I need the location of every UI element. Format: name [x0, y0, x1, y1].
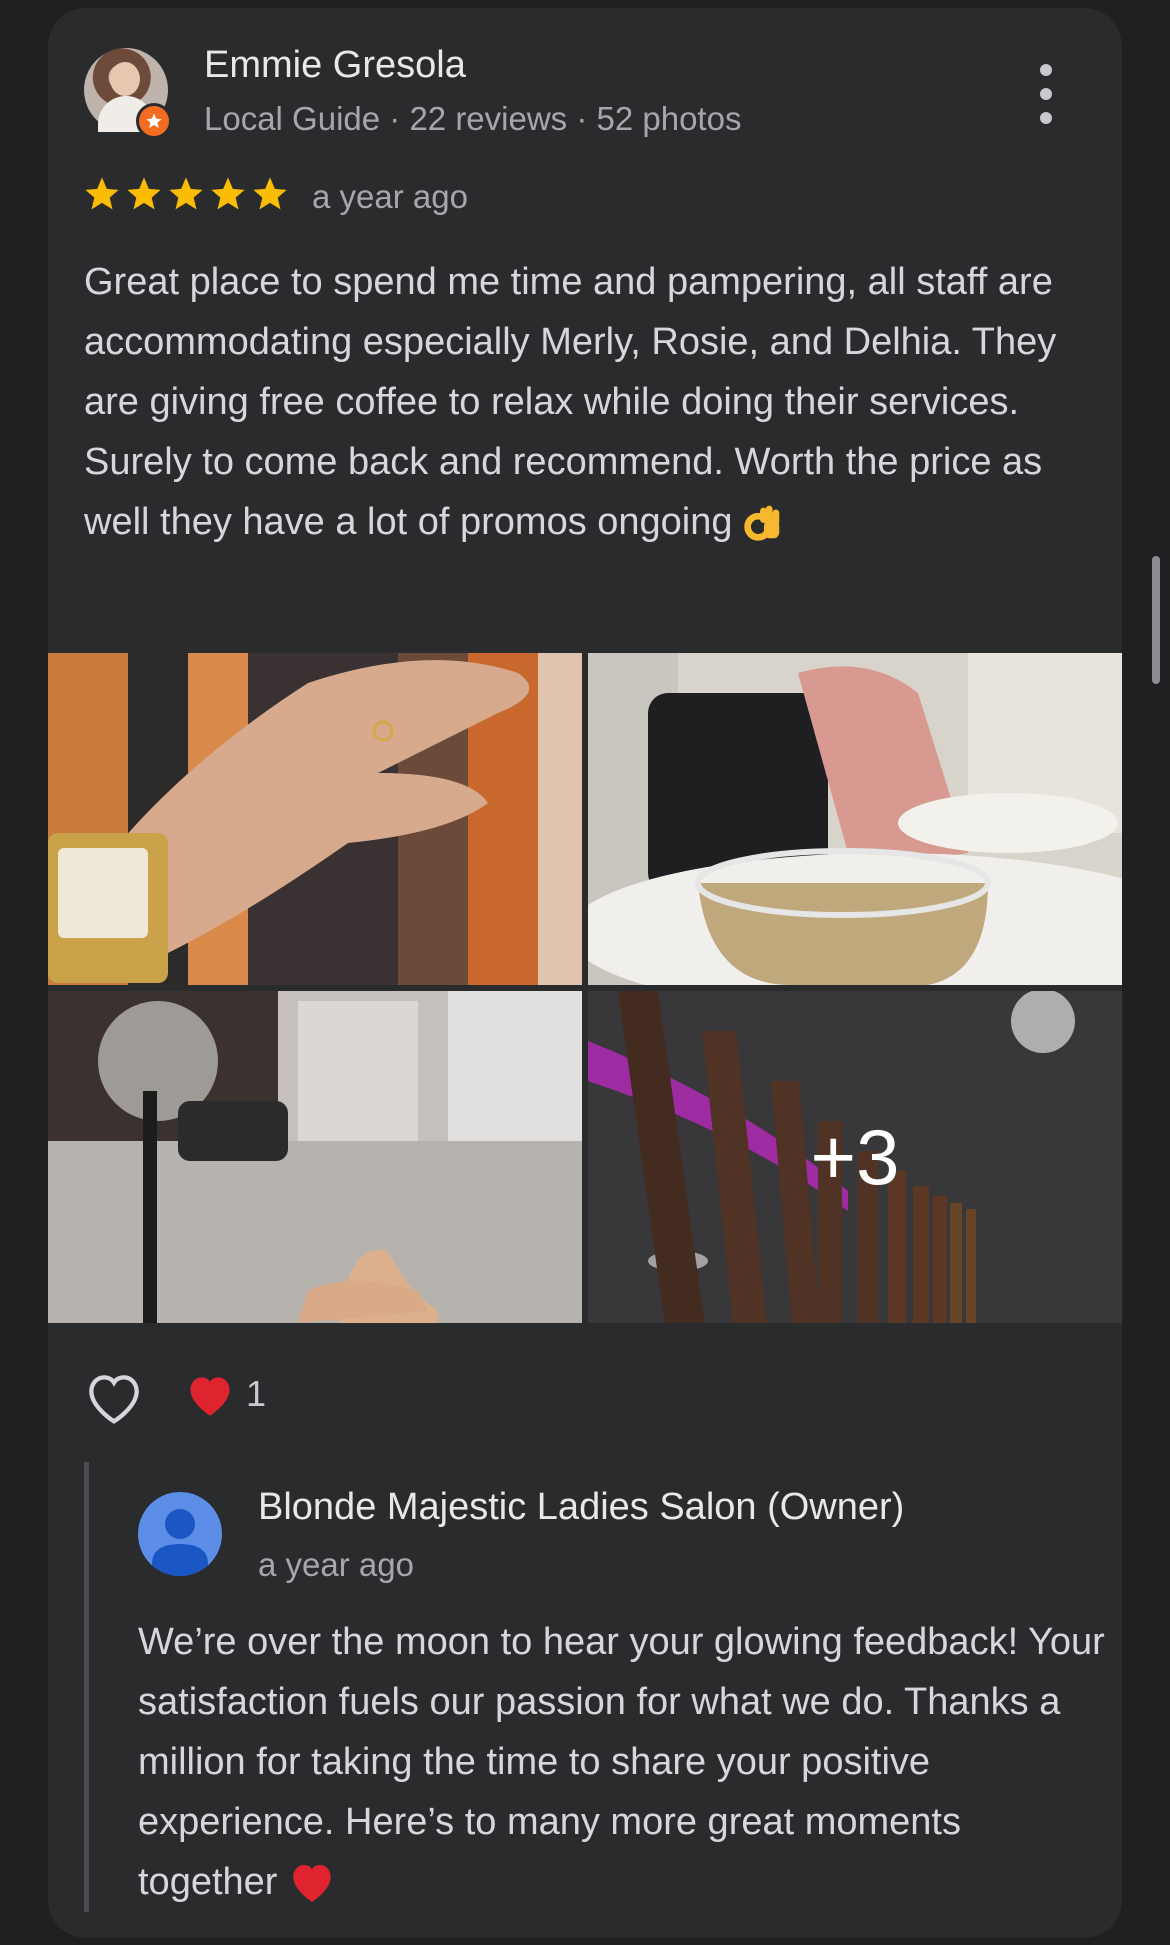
review-card: Emmie Gresola Local Guide · 22 reviews ·… — [48, 8, 1122, 1938]
star-icon — [169, 177, 203, 210]
like-heart-outline-icon[interactable] — [82, 1366, 146, 1426]
more-photos-count[interactable]: +3 — [588, 991, 1122, 1323]
review-text-container: Great place to spend me time and pamperi… — [84, 252, 1094, 552]
review-photo-coffee[interactable] — [588, 653, 1122, 985]
star-rating — [82, 174, 290, 214]
review-time: a year ago — [312, 178, 468, 215]
owner-avatar-icon — [138, 1492, 222, 1576]
star-icon — [85, 177, 119, 210]
reviewer-avatar[interactable] — [84, 48, 172, 139]
star-icon — [127, 177, 161, 210]
screen: Emmie Gresola Local Guide · 22 reviews ·… — [0, 0, 1170, 1945]
review-photo-more[interactable]: +3 — [588, 991, 1122, 1323]
reviewer-name[interactable]: Emmie Gresola — [204, 44, 466, 87]
owner-reply-text: We’re over the moon to hear your glowing… — [138, 1621, 1105, 1903]
reaction-count: 1 — [246, 1373, 267, 1414]
scrollbar[interactable] — [1152, 556, 1160, 684]
more-options-icon[interactable] — [1026, 64, 1066, 124]
owner-name: Blonde Majestic Ladies Salon (Owner) — [258, 1486, 905, 1528]
owner-reply-divider — [84, 1462, 89, 1912]
review-photo-salon-floor[interactable] — [48, 991, 582, 1323]
red-heart-emoji-icon — [293, 1864, 332, 1902]
star-icon — [211, 177, 245, 210]
heart-reaction-icon — [190, 1377, 230, 1416]
review-photo-hand[interactable] — [48, 653, 582, 985]
ok-hand-emoji-icon — [743, 505, 779, 541]
reaction-summary[interactable]: 1 — [184, 1370, 266, 1418]
reviewer-meta: Local Guide · 22 reviews · 52 photos — [204, 100, 742, 137]
review-photo-grid: +3 — [48, 653, 1122, 1325]
star-icon — [253, 177, 287, 210]
review-text: Great place to spend me time and pamperi… — [84, 261, 1057, 543]
local-guide-badge-icon — [136, 103, 172, 139]
owner-reply-text-container: We’re over the moon to hear your glowing… — [138, 1612, 1108, 1912]
owner-reply-time: a year ago — [258, 1546, 414, 1583]
